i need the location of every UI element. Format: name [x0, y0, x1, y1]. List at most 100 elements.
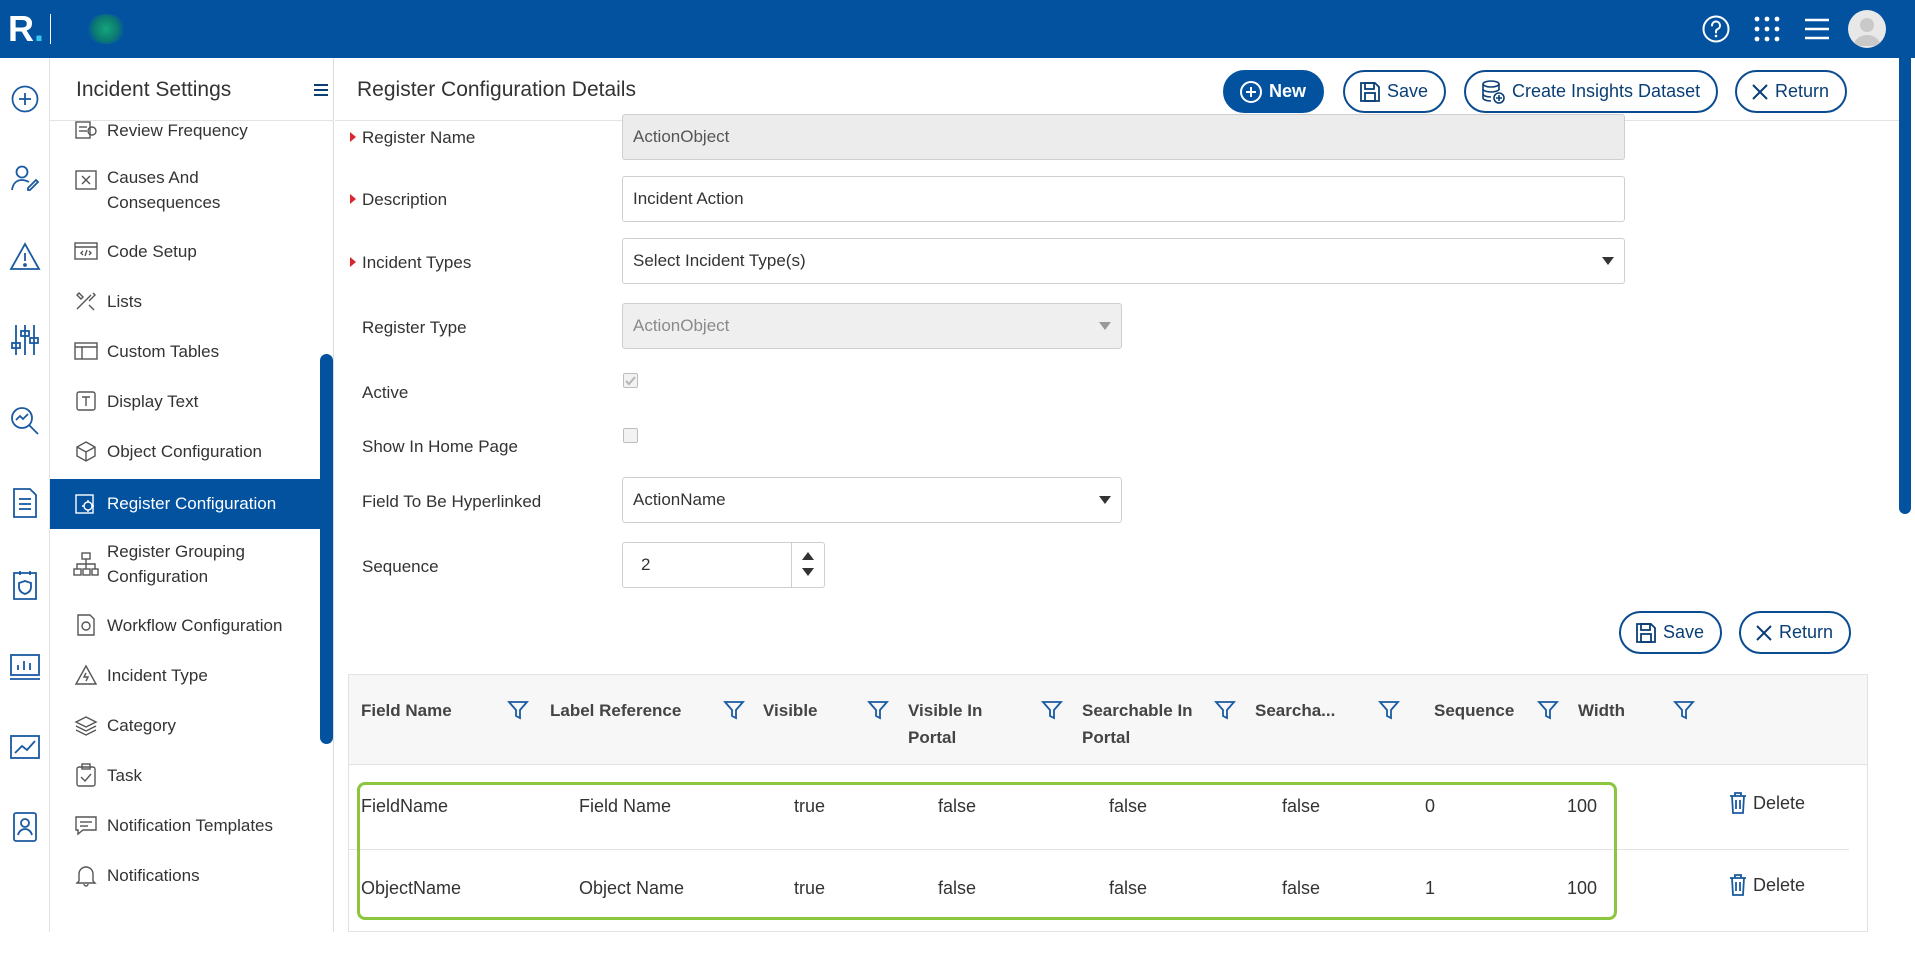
filter-icon[interactable]	[1378, 699, 1400, 721]
incident-types-placeholder: Select Incident Type(s)	[633, 251, 806, 270]
filter-icon[interactable]	[507, 699, 529, 721]
delete-label: Delete	[1753, 874, 1806, 895]
sidebar-item-label: Register Configuration	[107, 494, 277, 513]
return-button[interactable]: Return	[1735, 70, 1848, 113]
filter-icon[interactable]	[1537, 699, 1559, 721]
category-icon	[72, 712, 100, 738]
return-button-label: Return	[1775, 81, 1830, 101]
column-header-searchable[interactable]: Searcha...	[1255, 697, 1335, 724]
description-value: Incident Action	[633, 189, 744, 208]
filter-icon[interactable]	[1214, 699, 1236, 721]
sidebar-collapse-icon[interactable]	[313, 83, 329, 97]
sidebar-item-notifications[interactable]: Notifications	[50, 853, 320, 897]
check-icon	[625, 376, 636, 386]
sidebar-item-lists[interactable]: Lists	[50, 279, 320, 323]
notification-templates-icon	[72, 812, 100, 838]
app-logo[interactable]: R.	[8, 10, 44, 48]
header-line: Portal	[908, 728, 957, 747]
delete-row-button[interactable]: Delete	[1729, 874, 1805, 896]
dashboard-chart-icon[interactable]	[6, 648, 44, 686]
document-shield-icon[interactable]	[6, 566, 44, 604]
sidebar-item-notification-templates[interactable]: Notification Templates	[50, 803, 320, 847]
workflow-configuration-icon	[72, 612, 100, 638]
profile-report-icon[interactable]	[6, 808, 44, 846]
close-icon	[1756, 624, 1772, 641]
sidebar-item-task[interactable]: Task	[50, 753, 320, 797]
hamburger-menu-icon[interactable]	[1800, 12, 1834, 46]
stepper-divider	[791, 543, 792, 587]
header-line: Searchable In	[1082, 701, 1193, 720]
sliders-icon[interactable]	[6, 321, 44, 359]
register-name-label: Register Name	[362, 128, 476, 147]
register-name-field: ActionObject	[622, 114, 1625, 160]
column-header-field-name[interactable]: Field Name	[361, 697, 452, 724]
column-header-visible-in-portal[interactable]: Visible In Portal	[908, 697, 982, 751]
create-insights-dataset-button[interactable]: Create Insights Dataset	[1464, 70, 1719, 113]
required-marker	[350, 257, 356, 267]
warning-triangle-icon[interactable]	[6, 238, 44, 276]
page-scrollbar[interactable]	[1899, 14, 1911, 514]
analytics-search-icon[interactable]	[6, 402, 44, 440]
sidebar-item-incident-type[interactable]: Incident Type	[50, 653, 320, 697]
logo-dot: .	[34, 8, 45, 49]
add-circle-icon[interactable]	[6, 80, 44, 118]
sidebar-item-custom-tables[interactable]: Custom Tables	[50, 329, 320, 373]
trend-chart-icon[interactable]	[6, 728, 44, 766]
decrement-arrow-icon[interactable]	[802, 568, 814, 576]
sidebar-item-label: Review Frequency	[107, 121, 248, 140]
filter-icon[interactable]	[867, 699, 889, 721]
filter-icon[interactable]	[1041, 699, 1063, 721]
save-button-label: Save	[1387, 81, 1429, 101]
register-configuration-icon	[72, 491, 100, 517]
incident-types-select[interactable]: Select Incident Type(s)	[622, 238, 1625, 284]
header-line: Portal	[1082, 728, 1131, 747]
user-avatar[interactable]	[1848, 10, 1886, 48]
sidebar-item-register-configuration[interactable]: Register Configuration	[50, 479, 320, 529]
delete-row-button[interactable]: Delete	[1729, 792, 1805, 814]
column-header-label-reference[interactable]: Label Reference	[550, 697, 681, 724]
column-header-searchable-in-portal[interactable]: Searchable In Portal	[1082, 697, 1193, 751]
increment-arrow-icon[interactable]	[802, 552, 814, 560]
show-in-home-page-checkbox[interactable]	[623, 428, 638, 443]
form-return-button-label: Return	[1779, 622, 1834, 642]
sidebar-item-label: Workflow Configuration	[107, 616, 283, 635]
form-return-button[interactable]: Return	[1739, 611, 1852, 654]
database-add-icon	[1482, 79, 1505, 104]
save-button[interactable]: Save	[1343, 70, 1447, 113]
sidebar-item-object-configuration[interactable]: Object Configuration	[50, 429, 320, 473]
sequence-stepper[interactable]: 2	[622, 542, 825, 588]
sidebar-item-review-frequency[interactable]: Review Frequency	[50, 121, 320, 149]
sidebar-item-label: Category	[107, 716, 176, 735]
save-icon	[1360, 81, 1380, 102]
column-header-width[interactable]: Width	[1578, 697, 1625, 724]
chevron-down-icon[interactable]	[1602, 257, 1614, 265]
apps-grid-icon[interactable]	[1750, 12, 1784, 46]
sidebar-item-label: Task	[107, 766, 142, 785]
filter-icon[interactable]	[1673, 699, 1695, 721]
register-type-select: ActionObject	[622, 303, 1122, 349]
new-button-label: New	[1269, 81, 1307, 101]
column-header-sequence[interactable]: Sequence	[1434, 697, 1514, 724]
show-in-home-page-label: Show In Home Page	[362, 437, 518, 456]
sidebar-item-register-grouping-configuration[interactable]: Register Grouping Configuration	[50, 533, 320, 597]
field-to-be-hyperlinked-select[interactable]: ActionName	[622, 477, 1122, 523]
close-icon	[1752, 83, 1768, 100]
sidebar-item-causes-and-consequences[interactable]: Causes And Consequences	[50, 159, 320, 223]
form-save-button[interactable]: Save	[1619, 611, 1723, 654]
sidebar-item-display-text[interactable]: Display Text	[50, 379, 320, 423]
sidebar-item-workflow-configuration[interactable]: Workflow Configuration	[50, 603, 320, 647]
bell-icon	[72, 862, 100, 888]
new-button[interactable]: New	[1223, 70, 1325, 113]
sidebar-item-category[interactable]: Category	[50, 703, 320, 747]
task-icon	[72, 762, 100, 788]
help-icon[interactable]	[1699, 12, 1733, 46]
sidebar-scrollbar[interactable]	[320, 354, 333, 744]
document-list-icon[interactable]	[6, 484, 44, 522]
description-field[interactable]: Incident Action	[622, 176, 1625, 222]
active-checkbox	[623, 373, 638, 388]
column-header-visible[interactable]: Visible	[763, 697, 818, 724]
chevron-down-icon[interactable]	[1099, 496, 1111, 504]
sidebar-item-code-setup[interactable]: Code Setup	[50, 229, 320, 273]
filter-icon[interactable]	[723, 699, 745, 721]
user-edit-icon[interactable]	[6, 159, 44, 197]
